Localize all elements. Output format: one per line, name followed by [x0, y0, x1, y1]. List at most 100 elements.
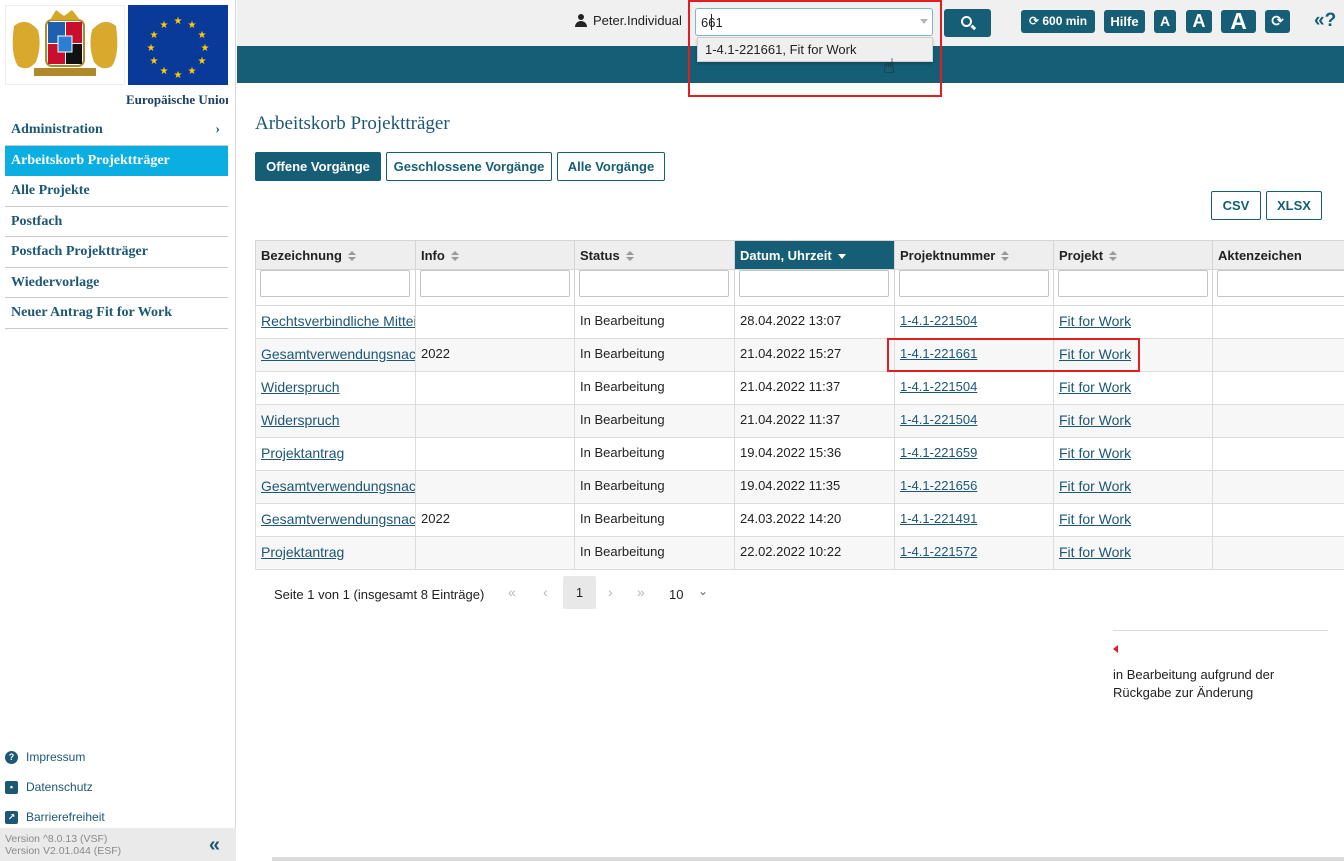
- project-search-input[interactable]: [695, 8, 933, 36]
- filter-bezeichnung-input[interactable]: [260, 270, 410, 297]
- table-cell: [415, 371, 575, 405]
- svg-text:★: ★: [201, 43, 210, 54]
- font-size-small-button[interactable]: A: [1154, 10, 1176, 33]
- column-header-aktenzeichen[interactable]: Aktenzeichen: [1212, 240, 1344, 270]
- tab-alle-vorgaenge[interactable]: Alle Vorgänge: [557, 152, 665, 181]
- tab-geschlossene-vorgaenge[interactable]: Geschlossene Vorgänge: [386, 152, 552, 181]
- table-row[interactable]: Gesamtverwendungsnachweis In Bearbeitung 1…: [255, 470, 1344, 504]
- bezeichnung-link[interactable]: Rechtsverbindliche Mitteilung: [261, 313, 415, 329]
- datum-cell: 21.04.2022 11:37: [740, 412, 841, 427]
- logo-area: ★ ★ ★ ★ ★ ★ ★ ★ ★ ★ ★ ★: [5, 5, 228, 85]
- table-cell: In Bearbeitung: [574, 437, 735, 471]
- status-cell: In Bearbeitung: [580, 544, 665, 559]
- first-page-button[interactable]: «: [508, 584, 516, 600]
- reload-button[interactable]: ⟳: [1265, 10, 1290, 33]
- projekt-link[interactable]: Fit for Work: [1059, 313, 1131, 329]
- projekt-link[interactable]: Fit for Work: [1059, 412, 1131, 428]
- bottom-scrollbar[interactable]: [272, 857, 1344, 861]
- filter-datum-input[interactable]: [739, 270, 889, 297]
- font-size-medium-button[interactable]: A: [1186, 10, 1212, 33]
- table-cell: [1212, 305, 1344, 339]
- table-row[interactable]: Gesamtverwendungsnachweis 2022 In Bearbeit…: [255, 338, 1344, 372]
- datenschutz-link[interactable]: ▪ Datenschutz: [5, 772, 105, 802]
- table-cell: Widerspruch: [255, 404, 416, 438]
- column-header-projekt[interactable]: Projekt: [1053, 240, 1213, 270]
- sidebar-item-label: Administration: [11, 122, 103, 137]
- bezeichnung-link[interactable]: Gesamtverwendungsnachweis: [261, 511, 415, 527]
- table-row[interactable]: Projektantrag In Bearbeitung 22.02.2022 10…: [255, 536, 1344, 570]
- projektnummer-link[interactable]: 1-4.1-221656: [900, 478, 977, 493]
- projekt-link[interactable]: Fit for Work: [1059, 478, 1131, 494]
- projekt-link[interactable]: Fit for Work: [1059, 511, 1131, 527]
- bezeichnung-link[interactable]: Widerspruch: [261, 379, 340, 395]
- sidebar-item-neuer-antrag[interactable]: Neuer Antrag Fit for Work: [5, 298, 228, 329]
- table-cell: 2022: [415, 503, 575, 537]
- filter-projektnummer-input[interactable]: [899, 270, 1049, 297]
- projektnummer-link[interactable]: 1-4.1-221572: [900, 544, 977, 559]
- filter-cell: [1212, 269, 1344, 306]
- last-page-button[interactable]: »: [637, 584, 645, 600]
- svg-text:★: ★: [188, 20, 197, 31]
- filter-status-input[interactable]: [579, 270, 729, 297]
- current-page-button[interactable]: 1: [563, 576, 596, 609]
- projekt-link[interactable]: Fit for Work: [1059, 379, 1131, 395]
- column-header-datum[interactable]: Datum, Uhrzeit: [734, 240, 895, 270]
- column-header-projektnummer[interactable]: Projektnummer: [894, 240, 1054, 270]
- svg-text:★: ★: [147, 43, 156, 54]
- projekt-link[interactable]: Fit for Work: [1059, 346, 1131, 362]
- table-row[interactable]: Widerspruch In Bearbeitung 21.04.2022 11:3…: [255, 371, 1344, 405]
- filter-info-input[interactable]: [420, 270, 570, 297]
- column-header-info[interactable]: Info: [415, 240, 575, 270]
- next-page-button[interactable]: ›: [608, 584, 613, 600]
- bezeichnung-link[interactable]: Gesamtverwendungsnachweis: [261, 478, 415, 494]
- tab-offene-vorgaenge[interactable]: Offene Vorgänge: [255, 152, 381, 181]
- column-header-status[interactable]: Status: [574, 240, 735, 270]
- sidebar-item-arbeitskorb-projekttraeger[interactable]: Arbeitskorb Projektträger: [5, 145, 228, 176]
- table-row[interactable]: Projektantrag In Bearbeitung 19.04.2022 15…: [255, 437, 1344, 471]
- filter-cell: [255, 269, 416, 306]
- column-header-bezeichnung[interactable]: Bezeichnung: [255, 240, 416, 270]
- table-row[interactable]: Gesamtverwendungsnachweis 2022 In Bearbeit…: [255, 503, 1344, 537]
- legend-text: in Bearbeitung aufgrund der Rückgabe zur…: [1113, 667, 1275, 700]
- svg-text:★: ★: [174, 70, 183, 81]
- export-csv-button[interactable]: CSV: [1211, 191, 1261, 220]
- bezeichnung-link[interactable]: Widerspruch: [261, 412, 340, 428]
- projektnummer-link[interactable]: 1-4.1-221504: [900, 313, 977, 328]
- search-button[interactable]: [944, 9, 991, 37]
- font-size-large-button[interactable]: A: [1221, 10, 1256, 33]
- table-cell: 24.03.2022 14:20: [734, 503, 895, 537]
- bezeichnung-link[interactable]: Gesamtverwendungsnachweis: [261, 346, 415, 362]
- projektnummer-link[interactable]: 1-4.1-221661: [900, 346, 977, 361]
- projektnummer-link[interactable]: 1-4.1-221659: [900, 445, 977, 460]
- impressum-link[interactable]: ? Impressum: [5, 742, 105, 772]
- projekt-link[interactable]: Fit for Work: [1059, 544, 1131, 560]
- table-cell: 1-4.1-221656: [894, 470, 1054, 504]
- page-size-select[interactable]: 10: [669, 587, 683, 602]
- projekt-link[interactable]: Fit for Work: [1059, 445, 1131, 461]
- bezeichnung-link[interactable]: Projektantrag: [261, 544, 344, 560]
- sidebar-item-wiedervorlage[interactable]: Wiedervorlage: [5, 268, 228, 298]
- help-button[interactable]: Hilfe: [1104, 10, 1145, 33]
- filter-projekt-input[interactable]: [1058, 270, 1208, 297]
- search-suggestion-item[interactable]: 1-4.1-221661, Fit for Work: [697, 37, 933, 62]
- prev-page-button[interactable]: ‹: [543, 584, 548, 600]
- datum-cell: 21.04.2022 15:27: [740, 346, 842, 361]
- chevron-down-icon: ⌄: [698, 584, 709, 598]
- filter-aktenzeichen-input[interactable]: [1217, 270, 1344, 297]
- export-xlsx-button[interactable]: XLSX: [1266, 191, 1322, 220]
- datum-cell: 21.04.2022 11:37: [740, 379, 841, 394]
- sidebar-item-postfach[interactable]: Postfach: [5, 207, 228, 237]
- table-row[interactable]: Widerspruch In Bearbeitung 21.04.2022 11:3…: [255, 404, 1344, 438]
- table-row[interactable]: Rechtsverbindliche Mitteilung In Bearbeit…: [255, 305, 1344, 339]
- collapse-sidebar-button[interactable]: «: [209, 835, 220, 855]
- session-timer-button[interactable]: ⟳ 600 min: [1021, 10, 1095, 33]
- projektnummer-link[interactable]: 1-4.1-221504: [900, 379, 977, 394]
- sidebar-item-postfach-projekttraeger[interactable]: Postfach Projektträger: [5, 237, 228, 268]
- projektnummer-link[interactable]: 1-4.1-221491: [900, 511, 977, 526]
- sidebar-item-administration[interactable]: Administration ›: [5, 115, 228, 146]
- table-cell: Gesamtverwendungsnachweis: [255, 503, 416, 537]
- bezeichnung-link[interactable]: Projektantrag: [261, 445, 344, 461]
- sidebar-item-alle-projekte[interactable]: Alle Projekte: [5, 176, 228, 207]
- projektnummer-link[interactable]: 1-4.1-221504: [900, 412, 977, 427]
- expand-panel-button[interactable]: «?: [1314, 10, 1336, 32]
